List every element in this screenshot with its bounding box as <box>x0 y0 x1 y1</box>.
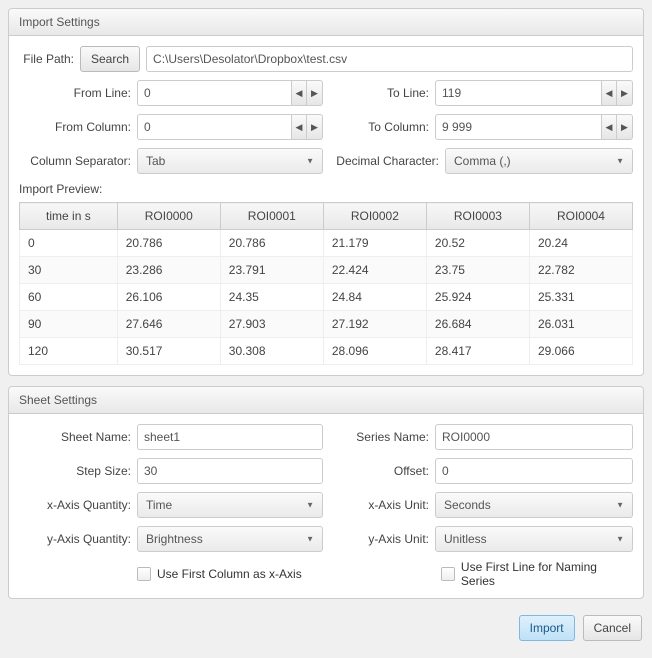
y-unit-select[interactable]: Unitless <box>435 526 633 552</box>
sheet-name-label: Sheet Name: <box>19 430 131 444</box>
sheet-settings-panel: Sheet Settings Sheet Name: Series Name: … <box>8 386 644 599</box>
x-qty-select[interactable]: Time <box>137 492 323 518</box>
table-cell: 26.684 <box>426 311 529 338</box>
from-line-label: From Line: <box>19 86 131 100</box>
table-cell: 23.286 <box>117 257 220 284</box>
table-cell: 20.52 <box>426 230 529 257</box>
chevron-right-icon[interactable]: ▶ <box>617 81 632 105</box>
import-settings-panel: Import Settings File Path: Search From L… <box>8 8 644 376</box>
offset-label: Offset: <box>329 464 429 478</box>
table-row: 020.78620.78621.17920.5220.24 <box>20 230 633 257</box>
step-size-input[interactable] <box>137 458 323 484</box>
table-row: 3023.28623.79122.42423.7522.782 <box>20 257 633 284</box>
first-line-checkbox[interactable] <box>441 567 455 581</box>
table-cell: 120 <box>20 338 118 365</box>
to-col-label: To Column: <box>329 120 429 134</box>
dialog-footer: Import Cancel <box>8 609 644 641</box>
to-col-input[interactable] <box>435 114 602 140</box>
col-sep-label: Column Separator: <box>19 154 131 168</box>
chevron-left-icon[interactable]: ◀ <box>602 81 617 105</box>
table-cell: 27.646 <box>117 311 220 338</box>
table-cell: 27.192 <box>323 311 426 338</box>
first-col-checkbox[interactable] <box>137 567 151 581</box>
chevron-right-icon[interactable]: ▶ <box>617 115 632 139</box>
table-cell: 90 <box>20 311 118 338</box>
from-col-input[interactable] <box>137 114 292 140</box>
table-cell: 24.84 <box>323 284 426 311</box>
table-row: 12030.51730.30828.09628.41729.066 <box>20 338 633 365</box>
from-line-spinner[interactable]: ◀ ▶ <box>137 80 323 106</box>
table-cell: 22.782 <box>529 257 632 284</box>
import-settings-title: Import Settings <box>9 9 643 36</box>
table-cell: 0 <box>20 230 118 257</box>
file-path-input[interactable] <box>146 46 633 72</box>
table-cell: 20.24 <box>529 230 632 257</box>
to-line-spinner[interactable]: ◀ ▶ <box>435 80 633 106</box>
to-col-spinner[interactable]: ◀ ▶ <box>435 114 633 140</box>
table-cell: 27.903 <box>220 311 323 338</box>
first-line-checkbox-label: Use First Line for Naming Series <box>461 560 633 588</box>
cancel-button[interactable]: Cancel <box>583 615 642 641</box>
table-cell: 23.75 <box>426 257 529 284</box>
from-col-label: From Column: <box>19 120 131 134</box>
table-row: 6026.10624.3524.8425.92425.331 <box>20 284 633 311</box>
table-cell: 24.35 <box>220 284 323 311</box>
search-button[interactable]: Search <box>80 46 140 72</box>
sheet-settings-title: Sheet Settings <box>9 387 643 414</box>
series-name-input[interactable] <box>435 424 633 450</box>
table-header: time in s <box>20 203 118 230</box>
chevron-right-icon[interactable]: ▶ <box>307 115 322 139</box>
step-size-label: Step Size: <box>19 464 131 478</box>
table-cell: 60 <box>20 284 118 311</box>
table-cell: 26.031 <box>529 311 632 338</box>
offset-input[interactable] <box>435 458 633 484</box>
chevron-right-icon[interactable]: ▶ <box>307 81 322 105</box>
y-unit-label: y-Axis Unit: <box>329 532 429 546</box>
table-cell: 29.066 <box>529 338 632 365</box>
table-cell: 23.791 <box>220 257 323 284</box>
dec-char-label: Decimal Character: <box>329 154 439 168</box>
file-path-label: File Path: <box>19 52 74 66</box>
y-qty-label: y-Axis Quantity: <box>19 532 131 546</box>
import-preview-table: time in sROI0000ROI0001ROI0002ROI0003ROI… <box>19 202 633 365</box>
table-cell: 22.424 <box>323 257 426 284</box>
chevron-left-icon[interactable]: ◀ <box>292 81 307 105</box>
table-header: ROI0001 <box>220 203 323 230</box>
chevron-left-icon[interactable]: ◀ <box>292 115 307 139</box>
from-col-spinner[interactable]: ◀ ▶ <box>137 114 323 140</box>
x-unit-label: x-Axis Unit: <box>329 498 429 512</box>
table-cell: 25.924 <box>426 284 529 311</box>
sheet-name-input[interactable] <box>137 424 323 450</box>
y-qty-select[interactable]: Brightness <box>137 526 323 552</box>
table-cell: 30.308 <box>220 338 323 365</box>
to-line-label: To Line: <box>329 86 429 100</box>
table-cell: 26.106 <box>117 284 220 311</box>
series-name-label: Series Name: <box>329 430 429 444</box>
x-unit-select[interactable]: Seconds <box>435 492 633 518</box>
import-preview-label: Import Preview: <box>19 182 633 196</box>
table-row: 9027.64627.90327.19226.68426.031 <box>20 311 633 338</box>
table-cell: 20.786 <box>117 230 220 257</box>
table-cell: 30 <box>20 257 118 284</box>
table-cell: 30.517 <box>117 338 220 365</box>
x-qty-label: x-Axis Quantity: <box>19 498 131 512</box>
table-cell: 28.096 <box>323 338 426 365</box>
table-cell: 20.786 <box>220 230 323 257</box>
table-header: ROI0004 <box>529 203 632 230</box>
first-col-checkbox-label: Use First Column as x-Axis <box>157 567 302 581</box>
table-header: ROI0002 <box>323 203 426 230</box>
col-sep-select[interactable]: Tab <box>137 148 323 174</box>
table-header: ROI0003 <box>426 203 529 230</box>
table-cell: 25.331 <box>529 284 632 311</box>
table-header: ROI0000 <box>117 203 220 230</box>
chevron-left-icon[interactable]: ◀ <box>602 115 617 139</box>
import-button[interactable]: Import <box>519 615 575 641</box>
to-line-input[interactable] <box>435 80 602 106</box>
table-cell: 28.417 <box>426 338 529 365</box>
table-cell: 21.179 <box>323 230 426 257</box>
from-line-input[interactable] <box>137 80 292 106</box>
dec-char-select[interactable]: Comma (,) <box>445 148 633 174</box>
